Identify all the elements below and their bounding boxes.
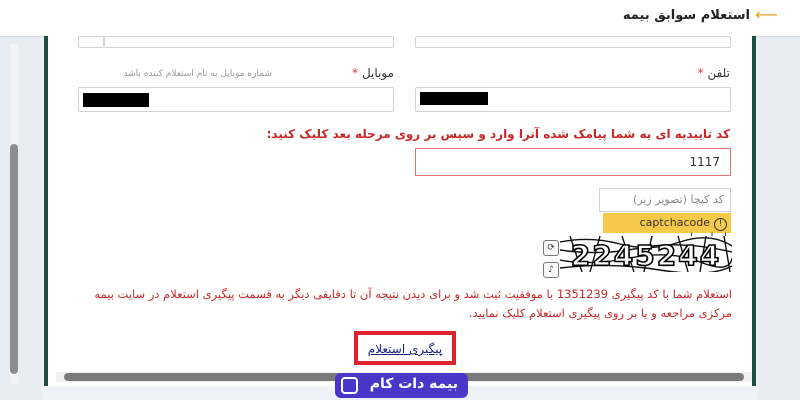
- top-left-field[interactable]: [104, 36, 394, 48]
- captcha-input[interactable]: کد کپچا (تصویر زیر): [599, 188, 731, 212]
- phone-label: تلفن *: [697, 66, 730, 80]
- warning-icon: !: [714, 218, 727, 231]
- followup-highlight-frame: پیگیری استعلام: [354, 331, 456, 365]
- arrow-left-icon[interactable]: ⟵: [755, 5, 778, 24]
- background-right: [758, 0, 800, 400]
- brand-logo: بیمه دات کام: [335, 373, 468, 398]
- captcha-text: 2245244: [571, 239, 721, 272]
- redacted-phone: [420, 92, 488, 105]
- refresh-captcha-icon[interactable]: ⟳: [543, 240, 559, 256]
- brand-logo-mark-icon: [341, 377, 358, 394]
- mobile-input[interactable]: [78, 87, 394, 112]
- followup-link[interactable]: پیگیری استعلام: [358, 342, 452, 356]
- phone-input[interactable]: [415, 87, 731, 112]
- background-left: [0, 0, 42, 400]
- brand-logo-text: بیمه دات کام: [369, 376, 458, 392]
- audio-captcha-icon[interactable]: ♪: [543, 262, 559, 278]
- page-title: استعلام سوابق بیمه: [622, 8, 750, 23]
- captcha-required-warning: !captchacode اجباری است: [603, 213, 731, 244]
- top-right-field[interactable]: [415, 36, 731, 48]
- sms-code-input[interactable]: 1117: [415, 148, 731, 176]
- vertical-scroll-thumb[interactable]: [10, 144, 18, 374]
- vertical-scrollbar[interactable]: [10, 44, 18, 384]
- sms-instruction: کد تاییدیه ای به شما پیامک شده آنرا وارد…: [266, 127, 730, 141]
- success-message: استعلام شما با کد پیگیری 1351239 با موفق…: [94, 287, 732, 320]
- header-bar: استعلام سوابق بیمه ⟵: [0, 0, 800, 37]
- mobile-hint: شماره موبایل به نام استعلام کننده باشد: [123, 69, 272, 79]
- redacted-mobile: [83, 93, 149, 107]
- mobile-label: موبایل *: [352, 66, 394, 80]
- captcha-image: 2245244: [560, 236, 732, 272]
- top-small-field[interactable]: [78, 36, 104, 48]
